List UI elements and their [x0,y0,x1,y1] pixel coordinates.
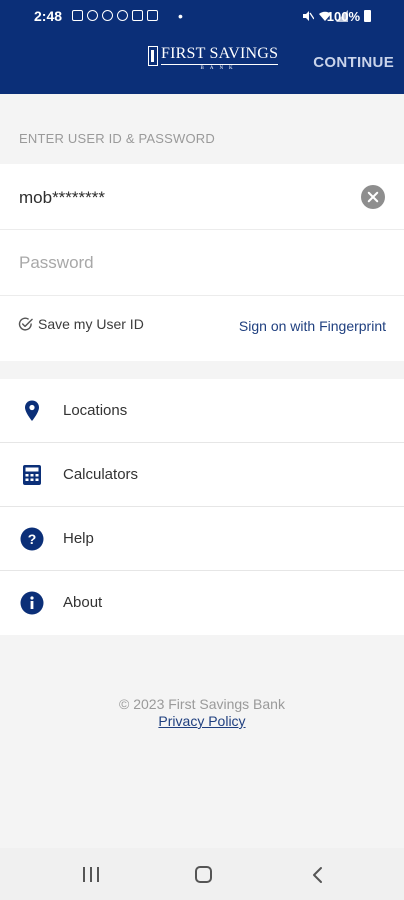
location-pin-icon [25,400,39,421]
help-icon: ? [20,527,44,551]
notification-icons [72,10,158,21]
system-nav-bar [0,848,404,900]
save-userid-label: Save my User ID [38,316,144,332]
clear-userid-button[interactable] [361,185,385,209]
back-icon[interactable] [309,866,327,884]
status-dot: • [178,8,183,24]
mute-icon [303,11,314,21]
app-header: FIRST SAVINGS BANK CONTINUE [0,30,404,94]
notification-icon [87,10,98,21]
status-time: 2:48 [34,8,63,24]
notification-icon [132,10,143,21]
login-card: mob******** Save my User ID Sign on with… [0,164,404,361]
notification-icon [117,10,128,21]
svg-text:?: ? [28,531,37,547]
menu-item-help[interactable]: ? Help [0,507,404,571]
check-circle-icon [18,317,33,331]
fingerprint-signon-link[interactable]: Sign on with Fingerprint [239,318,386,334]
home-icon[interactable] [195,866,212,883]
menu-item-calculators[interactable]: Calculators [0,443,404,507]
password-input[interactable] [19,250,379,276]
logo-text: FIRST SAVINGS [161,45,279,62]
logo-subtext: BANK [161,64,279,71]
password-field[interactable] [0,230,404,296]
recents-icon[interactable] [83,867,99,882]
menu-label: Locations [63,402,128,419]
battery-icon [364,10,371,22]
login-section-label: ENTER USER ID & PASSWORD [19,131,215,146]
bank-logo: FIRST SAVINGS BANK [148,45,279,71]
copyright-text: © 2023 First Savings Bank [119,696,285,712]
menu-label: Help [63,530,94,547]
status-bar: 2:48 • 100% [0,0,404,30]
notification-icon [102,10,113,21]
privacy-policy-link[interactable]: Privacy Policy [0,713,404,729]
menu-item-about[interactable]: About [0,571,404,635]
mail-icon [147,10,158,21]
userid-value[interactable]: mob******** [19,188,105,208]
save-userid-checkbox[interactable]: Save my User ID [18,316,144,332]
menu-list: Locations Calculators ? Help About [0,379,404,635]
info-icon [20,591,44,615]
continue-button[interactable]: CONTINUE [313,54,394,71]
menu-label: Calculators [63,466,139,483]
battery-percent: 100% [326,9,360,24]
notification-icon [72,10,83,21]
calculator-icon [23,465,41,485]
menu-item-locations[interactable]: Locations [0,379,404,443]
logo-mark-icon [148,46,158,66]
menu-label: About [63,594,103,611]
userid-field[interactable]: mob******** [0,164,404,230]
